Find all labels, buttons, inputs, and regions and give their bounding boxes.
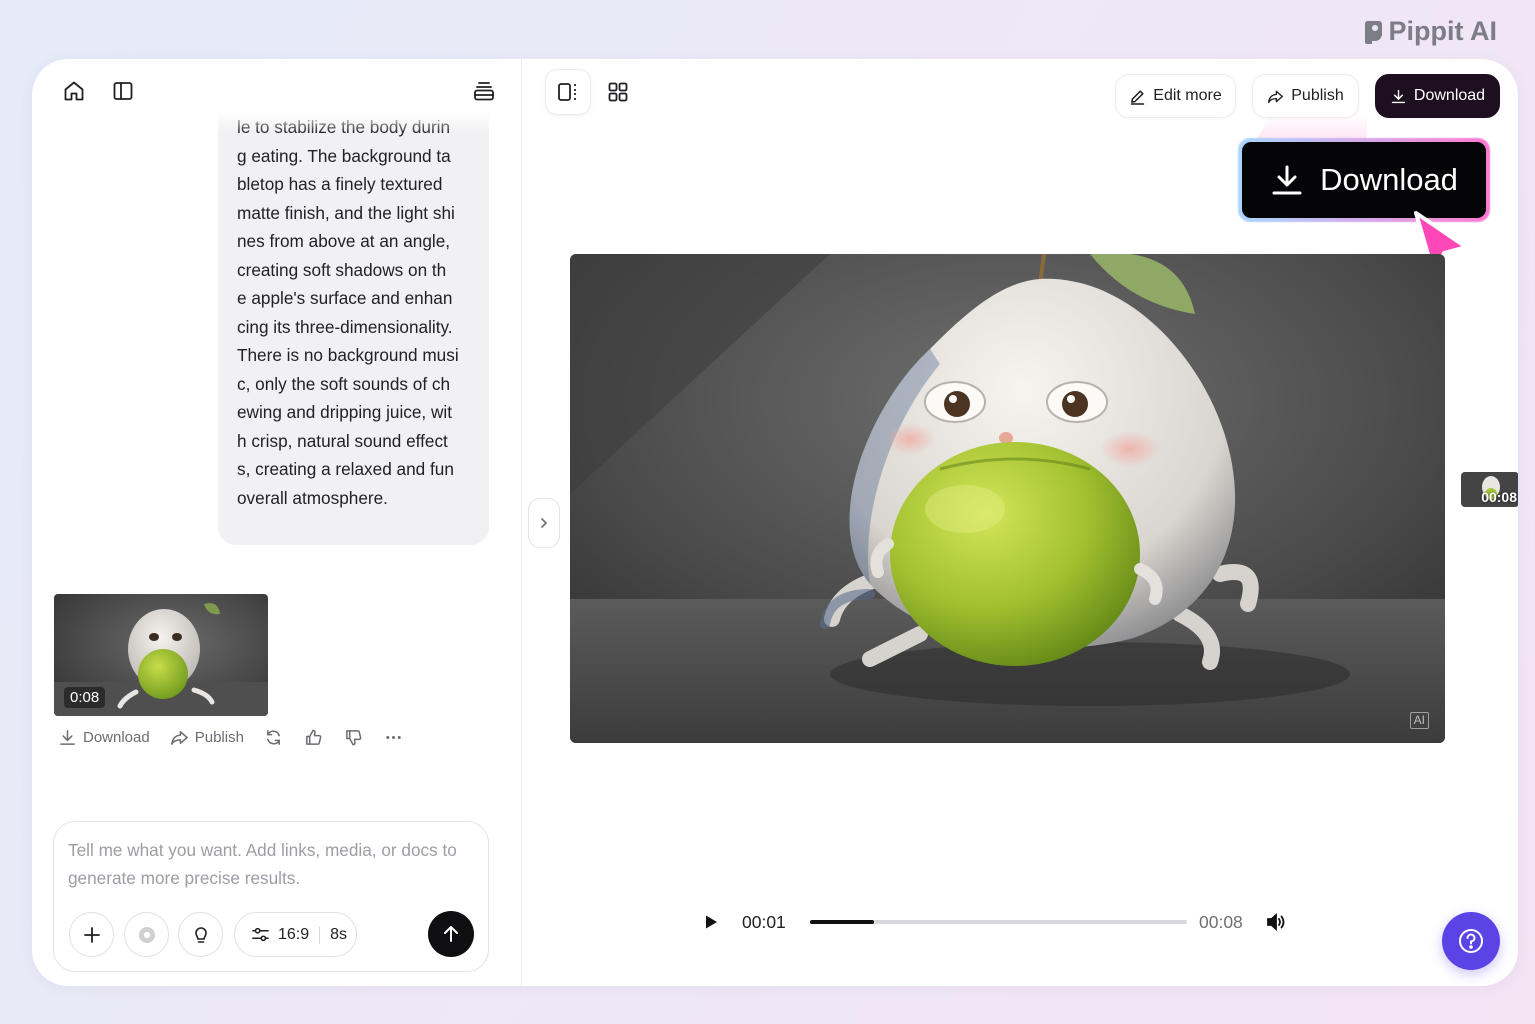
home-icon [64,81,84,101]
grid-view-button[interactable] [595,69,641,115]
expand-panel-button[interactable] [528,498,560,548]
progress-fill [810,920,875,924]
download-icon [60,729,75,745]
help-button[interactable] [1442,912,1500,970]
current-time: 00:01 [742,911,786,932]
download-icon [1391,89,1406,103]
scroll-fade [218,111,489,133]
inspiration-button[interactable] [178,912,223,957]
prompt-message-bubble: le to stabilize the body durin g eating.… [218,111,489,545]
dislike-button[interactable] [344,728,364,747]
volume-button[interactable] [1265,910,1289,934]
edit-more-label: Edit more [1153,87,1222,104]
sidebar-toggle-button[interactable] [106,74,140,108]
more-icon [386,735,401,739]
speaker-icon [1266,912,1285,932]
question-circle-icon [1459,929,1483,953]
download-button[interactable]: Download [1375,74,1500,118]
stack-icon [474,82,494,101]
message-publish-label: Publish [194,728,244,746]
video-frame-image [570,254,1445,743]
prompt-input[interactable] [68,836,474,896]
sliders-icon [252,927,269,942]
brand-logo: Pippit AI [1363,16,1498,47]
message-download-label: Download [83,728,150,746]
brand-name: Pippit AI [1388,16,1498,46]
publish-label: Publish [1291,87,1344,104]
message-actions: Download Publish [58,725,424,749]
message-download-button[interactable]: Download [58,728,150,747]
sidebar-toggle-icon [113,82,133,100]
video-player-controls: 00:01 00:08 [700,907,1290,937]
chat-panel: le to stabilize the body durin g eating.… [32,59,522,986]
prompt-message-text: le to stabilize the body durin g eating.… [237,117,459,508]
single-view-button[interactable] [545,69,591,115]
model-selector-button[interactable] [124,912,169,957]
callout-download-label: Download [1320,162,1458,197]
pencil-icon [1131,89,1145,105]
video-preview[interactable]: AI [570,254,1445,743]
edit-more-button[interactable]: Edit more [1115,74,1236,118]
progress-slider[interactable] [810,920,1187,924]
duration-value: 8s [330,925,348,943]
publish-button[interactable]: Publish [1252,74,1359,118]
download-icon [1272,165,1302,195]
side-thumbnail-duration: 00:08 [1481,489,1517,505]
pippit-logo-icon [1364,20,1382,44]
video-duration-badge: 0:08 [64,687,106,708]
download-callout[interactable]: Download [1242,142,1486,218]
message-publish-button[interactable]: Publish [170,728,244,747]
play-icon [706,915,717,929]
plus-icon [83,926,100,943]
play-button[interactable] [700,911,722,933]
view-mode-toggle [545,69,641,115]
share-arrow-icon [170,730,188,745]
result-video-thumbnail[interactable]: 0:08 [54,594,268,716]
like-button[interactable] [304,728,324,747]
generation-settings-button[interactable]: 16:9 8s [234,912,357,957]
app-window: le to stabilize the body durin g eating.… [32,59,1518,986]
download-label: Download [1413,87,1486,104]
side-thumbnail[interactable]: 00:08 [1461,472,1518,507]
ai-generated-badge: AI [1409,712,1429,729]
thumbs-up-icon [306,729,322,745]
lightbulb-icon [194,926,207,943]
aspect-ratio-value: 16:9 [278,925,310,943]
arrow-up-icon [444,926,458,942]
grid-icon [608,82,628,102]
share-arrow-icon [1268,90,1284,103]
home-button[interactable] [57,74,91,108]
thumbs-down-icon [346,729,362,745]
single-view-icon [558,83,576,101]
chevron-right-icon [541,518,548,528]
add-attachment-button[interactable] [69,912,114,957]
history-button[interactable] [467,74,501,108]
regenerate-button[interactable] [264,728,284,747]
prompt-composer: 16:9 8s [53,821,489,972]
total-time: 00:08 [1199,911,1243,932]
send-button[interactable] [428,911,474,957]
refresh-icon [266,729,280,745]
model-icon [138,926,155,943]
more-options-button[interactable] [384,728,404,747]
pill-divider [319,925,321,944]
